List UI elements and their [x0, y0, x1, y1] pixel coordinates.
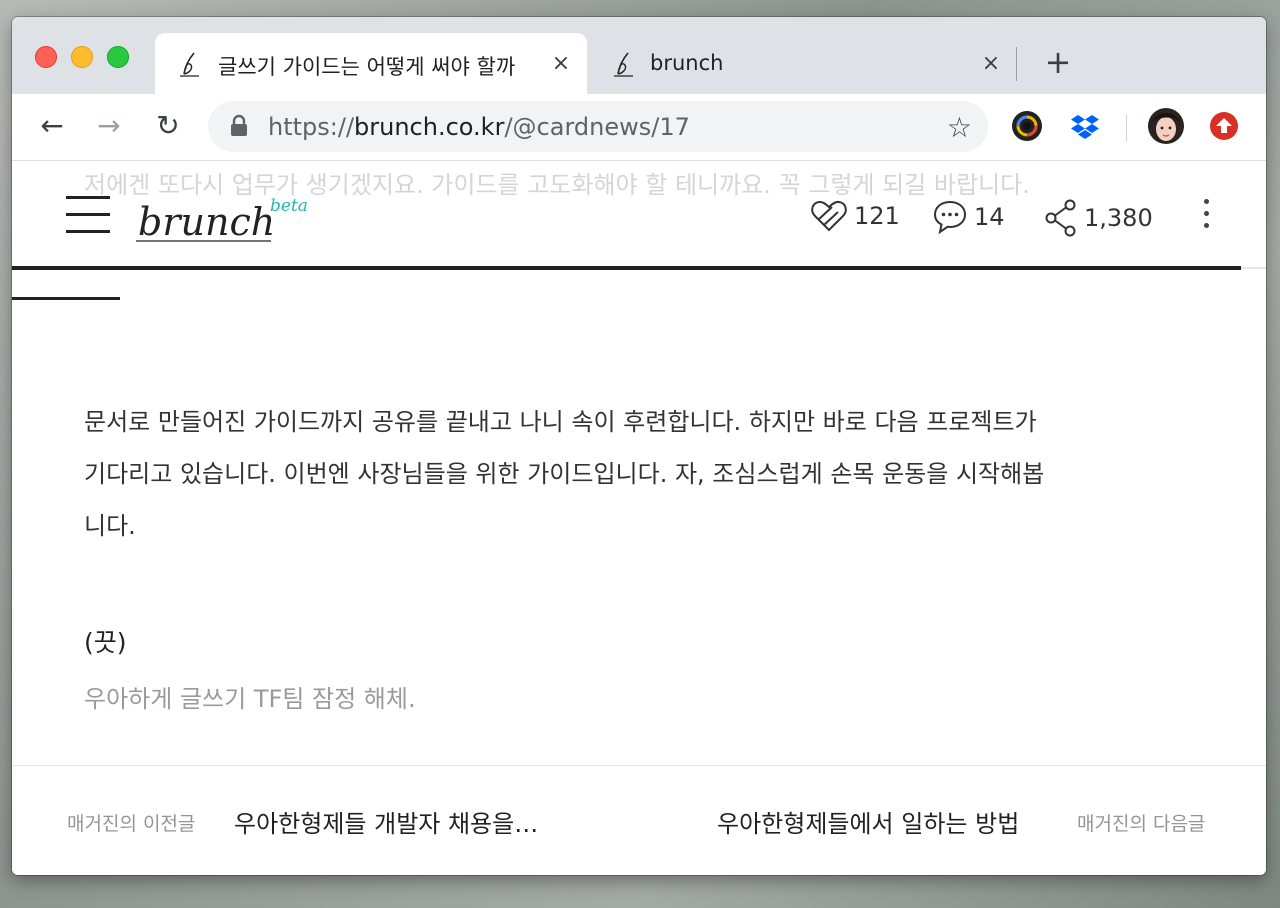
url-text: https://brunch.co.kr/@cardnews/17 [268, 113, 690, 141]
comment-count: 14 [974, 203, 1005, 231]
tab-article[interactable]: 글쓰기 가이드는 어떻게 써야 할까 × [155, 33, 587, 94]
comment-icon [933, 200, 967, 235]
share-icon [1045, 199, 1076, 237]
previous-article-label: 매거진의 이전글 [67, 813, 196, 835]
paragraph-line: 기다리고 있습니다. 이번엔 사장님들을 위한 가이드입니다. 자, 조심스럽게… [84, 460, 1045, 488]
logo-beta-badge: beta [270, 196, 308, 216]
more-options-icon[interactable] [1202, 199, 1212, 235]
previous-article-link[interactable]: 우아한형제들 개발자 채용을… [234, 804, 538, 839]
next-article-link[interactable]: 우아한형제들에서 일하는 방법 [717, 804, 1019, 839]
logo-text: brunch [138, 200, 275, 244]
lock-icon [231, 114, 247, 136]
comment-button[interactable]: 14 [932, 199, 1005, 235]
like-count: 121 [854, 202, 900, 230]
browser-toolbar: ← → ↻ https://brunch.co.kr/@cardnews/17 … [12, 94, 1266, 161]
profile-avatar[interactable] [1148, 108, 1184, 144]
minimize-window-button[interactable] [71, 46, 93, 68]
like-button[interactable]: 121 [810, 199, 900, 233]
tab-title: 글쓰기 가이드는 어떻게 써야 할까 [218, 55, 516, 79]
share-count: 1,380 [1084, 204, 1153, 232]
next-article-label: 매거진의 다음글 [1077, 813, 1206, 835]
close-tab-icon[interactable]: × [981, 53, 1001, 75]
upload-extension-icon[interactable] [1208, 110, 1240, 142]
url-host: brunch.co.kr [354, 113, 505, 141]
dropbox-icon[interactable] [1069, 110, 1101, 142]
article-end-subtitle: 우아하게 글쓰기 TF팀 잠정 해체. [84, 685, 416, 713]
address-bar[interactable]: https://brunch.co.kr/@cardnews/17 ☆ [208, 101, 988, 152]
zoom-window-button[interactable] [107, 46, 129, 68]
url-scheme: https:// [268, 113, 355, 141]
url-path: /@cardnews/17 [504, 113, 690, 141]
brunch-pen-icon [614, 52, 633, 77]
section-underline [12, 297, 120, 300]
close-window-button[interactable] [35, 46, 57, 68]
paragraph-line: 문서로 만들어진 가이드까지 공유를 끝내고 나니 속이 후련합니다. 하지만 … [84, 408, 1037, 436]
brunch-pen-icon [180, 52, 199, 77]
reload-button[interactable]: ↻ [150, 108, 186, 144]
article-paragraph: 문서로 만들어진 가이드까지 공유를 끝내고 나니 속이 후련합니다. 하지만 … [84, 396, 1204, 552]
page-content: 저에겐 또다시 업무가 생기겠지요. 가이드를 고도화해야 할 테니까요. 꼭 … [12, 161, 1266, 875]
toolbar-separator [1126, 114, 1127, 142]
brunch-header: brunch beta 121 14 1,380 [12, 177, 1266, 269]
brunch-logo[interactable]: brunch beta [136, 189, 311, 249]
browser-window: 글쓰기 가이드는 어떻게 써야 할까 × brunch × + ← → ↻ ht… [12, 17, 1266, 875]
menu-icon[interactable] [66, 196, 110, 234]
bookmark-star-icon[interactable]: ☆ [947, 111, 972, 144]
back-button[interactable]: ← [34, 108, 70, 144]
article-end-mark: (끗) [84, 628, 127, 657]
heart-icon [811, 200, 847, 232]
tab-brunch[interactable]: brunch × [597, 33, 1017, 94]
new-tab-button[interactable]: + [1042, 46, 1074, 79]
share-button[interactable]: 1,380 [1044, 199, 1153, 237]
reading-progress-bar [12, 266, 1241, 270]
footer-divider [12, 765, 1266, 766]
camera-extension-icon[interactable] [1011, 110, 1043, 142]
paragraph-line: 니다. [84, 512, 136, 540]
tab-separator [1016, 47, 1017, 81]
close-tab-icon[interactable]: × [551, 53, 571, 75]
tab-title: brunch [650, 51, 724, 75]
tab-strip: 글쓰기 가이드는 어떻게 써야 할까 × brunch × + [12, 17, 1266, 94]
forward-button[interactable]: → [91, 108, 127, 144]
